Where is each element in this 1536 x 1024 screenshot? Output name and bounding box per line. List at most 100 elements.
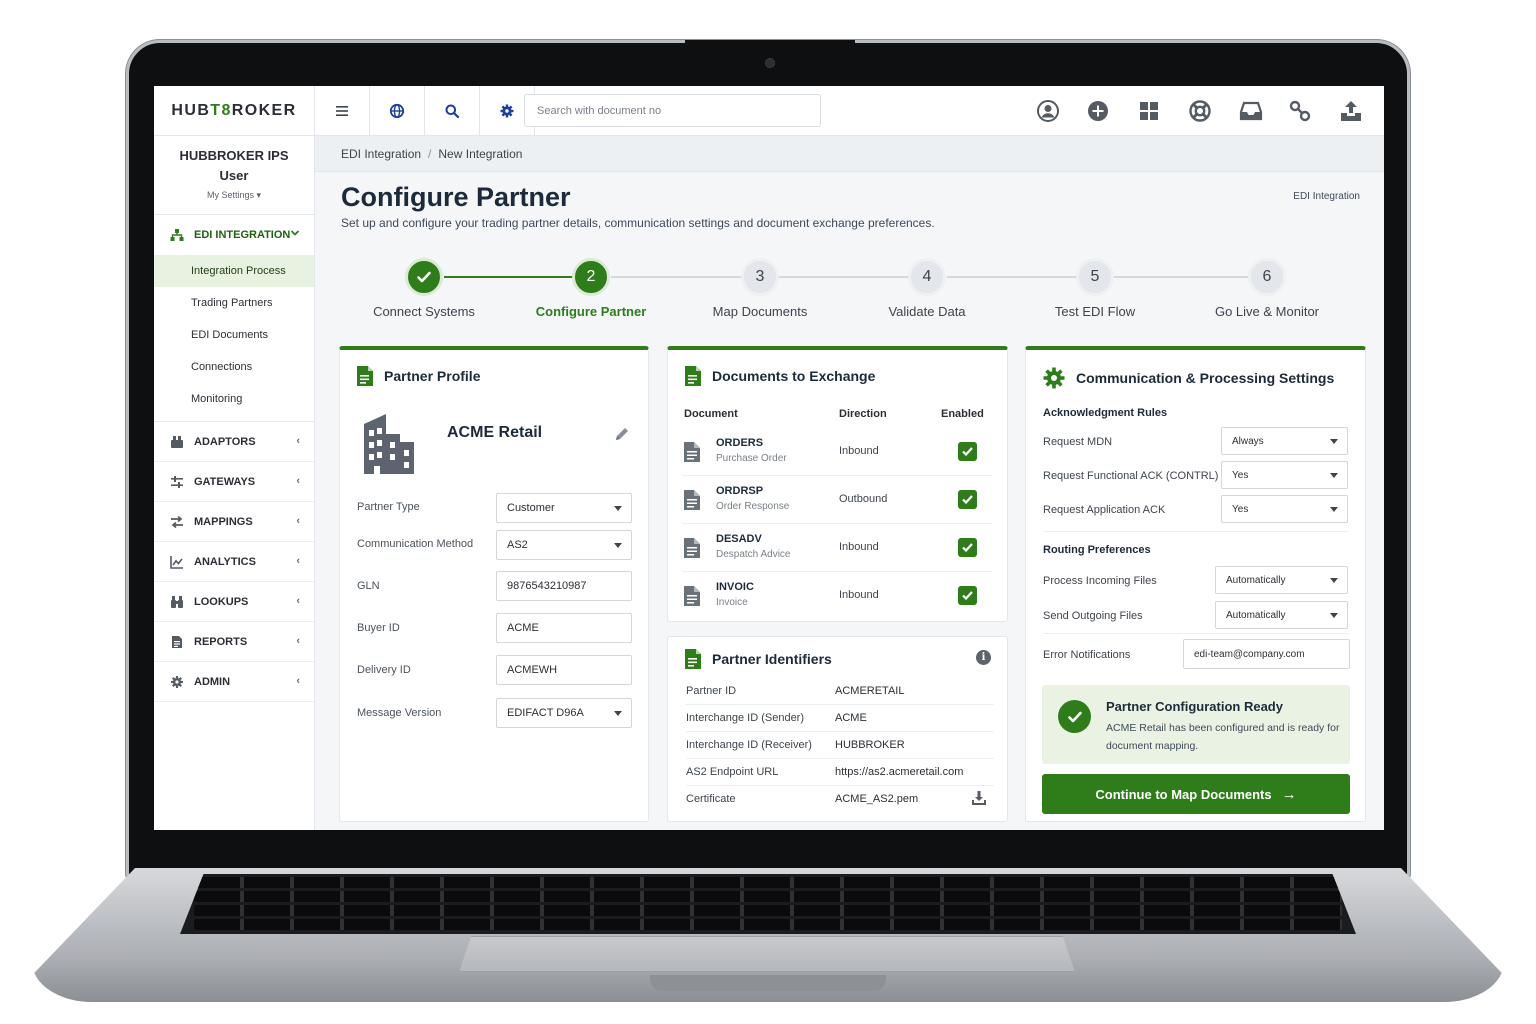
document-code: ORDERS — [716, 437, 764, 449]
step-label: Map Documents — [712, 304, 808, 319]
edit-pencil-icon[interactable] — [614, 426, 630, 442]
app-logo[interactable]: HUB T8 ROKER — [154, 86, 315, 136]
step-number: 4 — [908, 258, 946, 296]
camera-notch — [685, 40, 855, 80]
search-input[interactable]: Search with document no — [524, 94, 821, 127]
step-configure-partner[interactable]: 2 Configure Partner — [511, 256, 671, 319]
communication-method-select[interactable]: AS2 — [496, 530, 632, 560]
caret-down-icon — [614, 543, 622, 548]
select-value: Yes — [1232, 503, 1249, 515]
upload-icon[interactable] — [1339, 99, 1363, 123]
step-test-edi-flow[interactable]: 5 Test EDI Flow — [1015, 256, 1175, 319]
enabled-checkbox[interactable] — [958, 442, 977, 461]
lifebuoy-icon[interactable] — [1188, 99, 1212, 123]
table-row: ORDERS Purchase Order Inbound — [682, 428, 992, 476]
document-icon — [356, 366, 374, 386]
binoculars-icon — [170, 595, 184, 609]
building-icon — [360, 410, 418, 476]
delivery-id-input[interactable]: ACMEWH — [496, 655, 632, 685]
identifier-row: Certificate ACME_AS2.pem — [686, 786, 994, 813]
user-circle-icon[interactable] — [1036, 99, 1060, 123]
sidebar-section-admin[interactable]: ADMIN ‹ — [154, 662, 314, 702]
sidebar-item-monitoring[interactable]: Monitoring — [154, 383, 314, 415]
step-connect-systems[interactable]: Connect Systems — [344, 256, 504, 319]
sidebar-section-adaptors[interactable]: ADAPTORS ‹ — [154, 422, 314, 462]
process-incoming-label: Process Incoming Files — [1043, 575, 1157, 587]
enabled-checkbox[interactable] — [958, 538, 977, 557]
page-subtitle: Set up and configure your trading partne… — [341, 216, 935, 230]
process-incoming-select[interactable]: Automatically — [1215, 566, 1348, 594]
document-direction: Inbound — [839, 445, 879, 457]
document-name: Purchase Order — [716, 453, 787, 464]
step-go-live-monitor[interactable]: 6 Go Live & Monitor — [1187, 256, 1347, 319]
identifier-label: Interchange ID (Sender) — [686, 712, 805, 724]
document-name: Invoice — [716, 597, 748, 608]
identifier-label: Interchange ID (Receiver) — [686, 739, 812, 751]
partner-type-select[interactable]: Customer — [496, 493, 632, 523]
message-version-select[interactable]: EDIFACT D96A — [496, 698, 632, 728]
step-validate-data[interactable]: 4 Validate Data — [847, 256, 1007, 319]
sidebar-item-edi-documents[interactable]: EDI Documents — [154, 319, 314, 351]
card-title: Communication & Processing Settings — [1042, 366, 1334, 390]
file-icon — [684, 538, 700, 558]
chevron-left-icon: ‹ — [296, 635, 300, 647]
menu-icon — [336, 106, 348, 116]
progress-stepper: Connect Systems 2 Configure Partner 3 Ma… — [344, 256, 1344, 326]
sidebar-section-reports[interactable]: REPORTS ‹ — [154, 622, 314, 662]
sidebar-item-connections[interactable]: Connections — [154, 351, 314, 383]
enabled-checkbox[interactable] — [958, 586, 977, 605]
continue-to-map-documents-button[interactable]: Continue to Map Documents → — [1042, 774, 1350, 814]
globe-button[interactable] — [370, 86, 425, 136]
menu-button[interactable] — [315, 86, 370, 136]
sidebar: HUBBROKER IPS User My Settings ▾ EDI INT… — [154, 136, 315, 830]
inbox-icon[interactable] — [1239, 99, 1263, 123]
step-label: Configure Partner — [535, 304, 647, 319]
info-icon[interactable]: i — [976, 650, 991, 665]
error-notifications-label: Error Notifications — [1043, 649, 1131, 661]
partner-type-label: Partner Type — [357, 501, 420, 513]
grid-icon[interactable] — [1137, 99, 1161, 123]
request-mdn-select[interactable]: Always — [1221, 427, 1348, 455]
sidebar-item-integration-process[interactable]: Integration Process — [154, 255, 314, 287]
request-mdn-label: Request MDN — [1043, 436, 1113, 448]
logo-text-part1: HUB — [171, 102, 211, 119]
plug-icon — [170, 435, 184, 449]
search-button[interactable] — [425, 86, 480, 136]
select-value: Customer — [507, 502, 555, 514]
request-application-ack-select[interactable]: Yes — [1221, 495, 1348, 523]
chevron-left-icon: ‹ — [296, 435, 300, 447]
sidebar-section-gateways[interactable]: GATEWAYS ‹ — [154, 462, 314, 502]
sidebar-section-lookups[interactable]: LOOKUPS ‹ — [154, 582, 314, 622]
link-icon[interactable] — [1288, 99, 1312, 123]
gln-input[interactable]: 9876543210987 — [496, 571, 632, 601]
arrow-right-icon: → — [1281, 785, 1297, 803]
table-row: ORDRSP Order Response Outbound — [682, 476, 992, 524]
my-settings-link[interactable]: My Settings ▾ — [154, 190, 314, 201]
breadcrumb-separator: / — [428, 146, 432, 161]
message-version-label: Message Version — [357, 707, 442, 719]
download-icon[interactable] — [972, 791, 986, 805]
user-block: HUBBROKER IPS User My Settings ▾ — [154, 136, 314, 215]
step-map-documents[interactable]: 3 Map Documents — [680, 256, 840, 319]
send-outgoing-select[interactable]: Automatically — [1215, 601, 1348, 629]
sidebar-section-mappings[interactable]: MAPPINGS ‹ — [154, 502, 314, 542]
document-direction: Inbound — [839, 541, 879, 553]
sidebar-section-analytics[interactable]: ANALYTICS ‹ — [154, 542, 314, 582]
card-title: Partner Profile — [356, 366, 480, 386]
identifier-value: HUBBROKER — [835, 739, 905, 751]
step-label: Go Live & Monitor — [1214, 304, 1320, 319]
identifier-row: Partner ID ACMERETAIL — [686, 678, 994, 705]
documents-card: Documents to Exchange Document Direction… — [667, 346, 1008, 622]
breadcrumb-root[interactable]: EDI Integration — [341, 147, 421, 161]
sidebar-section-edi-integration[interactable]: EDI INTEGRATION — [154, 215, 314, 255]
error-notifications-input[interactable]: edi-team@company.com — [1183, 639, 1350, 669]
divider — [1043, 633, 1349, 634]
report-icon — [170, 635, 184, 649]
buyer-id-input[interactable]: ACME — [496, 613, 632, 643]
enabled-checkbox[interactable] — [958, 490, 977, 509]
document-code: INVOIC — [716, 581, 754, 593]
plus-circle-icon[interactable] — [1086, 99, 1110, 123]
sidebar-item-trading-partners[interactable]: Trading Partners — [154, 287, 314, 319]
request-functional-ack-select[interactable]: Yes — [1221, 461, 1348, 489]
check-icon — [405, 258, 443, 296]
